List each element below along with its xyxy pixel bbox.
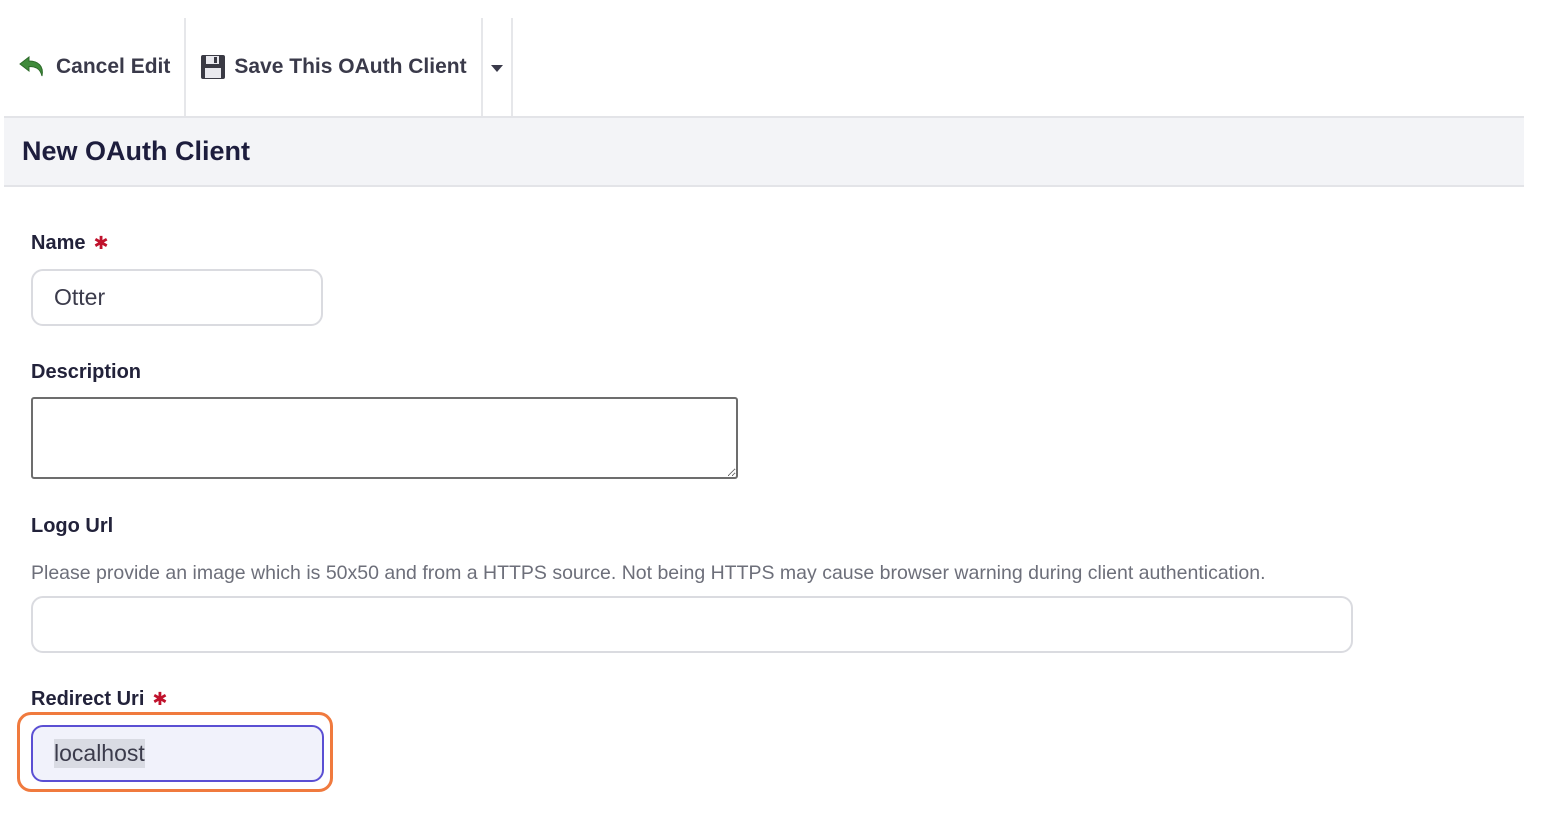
save-oauth-client-button[interactable]: Save This OAuth Client — [186, 18, 480, 116]
description-label: Description — [31, 361, 142, 383]
caret-down-icon — [490, 55, 503, 79]
page-header: New OAuth Client — [4, 116, 1524, 187]
name-label: Name ✱ — [31, 232, 109, 255]
logo-url-help-text: Please provide an image which is 50x50 a… — [31, 562, 1266, 584]
description-textarea[interactable] — [31, 397, 738, 479]
redirect-uri-label-text: Redirect Uri — [31, 688, 145, 710]
redirect-uri-value: localhost — [54, 739, 145, 768]
save-options-dropdown[interactable] — [483, 18, 511, 116]
required-asterisk-icon: ✱ — [93, 233, 109, 253]
name-input[interactable] — [31, 269, 323, 326]
logo-url-input[interactable] — [31, 596, 1353, 653]
logo-url-label: Logo Url — [31, 515, 114, 537]
toolbar: Cancel Edit Save This OAuth Client — [4, 18, 513, 116]
required-asterisk-icon: ✱ — [152, 689, 168, 709]
cancel-edit-label: Cancel Edit — [56, 55, 171, 78]
redirect-uri-label: Redirect Uri ✱ — [31, 688, 167, 711]
redirect-uri-input[interactable]: localhost — [31, 725, 324, 782]
undo-arrow-icon — [18, 54, 48, 80]
floppy-disk-icon — [200, 54, 226, 80]
cancel-edit-button[interactable]: Cancel Edit — [4, 18, 184, 116]
save-oauth-client-label: Save This OAuth Client — [234, 55, 467, 78]
toolbar-divider — [510, 18, 513, 116]
page-title: New OAuth Client — [22, 136, 250, 166]
name-label-text: Name — [31, 232, 86, 254]
